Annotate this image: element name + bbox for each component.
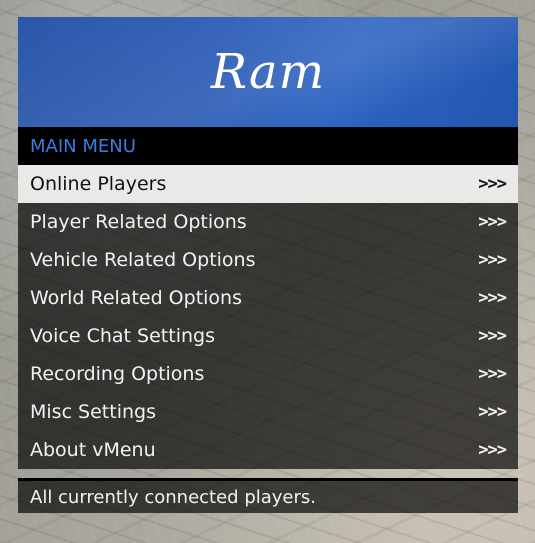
submenu-arrow-icon: >>> — [478, 440, 507, 460]
menu-item-world-related-options[interactable]: World Related Options >>> — [18, 279, 518, 317]
submenu-arrow-icon: >>> — [478, 364, 507, 384]
menu-item-online-players[interactable]: Online Players >>> — [18, 165, 518, 203]
menu-item-vehicle-related-options[interactable]: Vehicle Related Options >>> — [18, 241, 518, 279]
submenu-arrow-icon: >>> — [478, 212, 507, 232]
menu-item-label: Voice Chat Settings — [30, 325, 215, 347]
menu-item-label: Online Players — [30, 173, 167, 195]
menu-item-label: Vehicle Related Options — [30, 249, 256, 271]
menu-item-recording-options[interactable]: Recording Options >>> — [18, 355, 518, 393]
menu-banner: Ram — [18, 17, 518, 127]
submenu-arrow-icon: >>> — [478, 174, 507, 194]
submenu-arrow-icon: >>> — [478, 250, 507, 270]
banner-title: Ram — [210, 44, 326, 100]
subtitle-bar: MAIN MENU — [18, 127, 518, 165]
item-description-text: All currently connected players. — [30, 486, 317, 508]
submenu-arrow-icon: >>> — [478, 326, 507, 346]
vmenu-panel: Ram MAIN MENU Online Players >>> Player … — [18, 17, 518, 513]
menu-item-label: Misc Settings — [30, 401, 156, 423]
menu-item-player-related-options[interactable]: Player Related Options >>> — [18, 203, 518, 241]
menu-item-list: Online Players >>> Player Related Option… — [18, 165, 518, 469]
menu-item-label: About vMenu — [30, 439, 156, 461]
submenu-arrow-icon: >>> — [478, 288, 507, 308]
menu-item-voice-chat-settings[interactable]: Voice Chat Settings >>> — [18, 317, 518, 355]
menu-item-label: World Related Options — [30, 287, 242, 309]
menu-item-about-vmenu[interactable]: About vMenu >>> — [18, 431, 518, 469]
menu-item-label: Recording Options — [30, 363, 205, 385]
menu-subtitle: MAIN MENU — [30, 135, 136, 157]
submenu-arrow-icon: >>> — [478, 402, 507, 422]
menu-item-label: Player Related Options — [30, 211, 247, 233]
menu-item-misc-settings[interactable]: Misc Settings >>> — [18, 393, 518, 431]
item-description: All currently connected players. — [18, 478, 518, 513]
